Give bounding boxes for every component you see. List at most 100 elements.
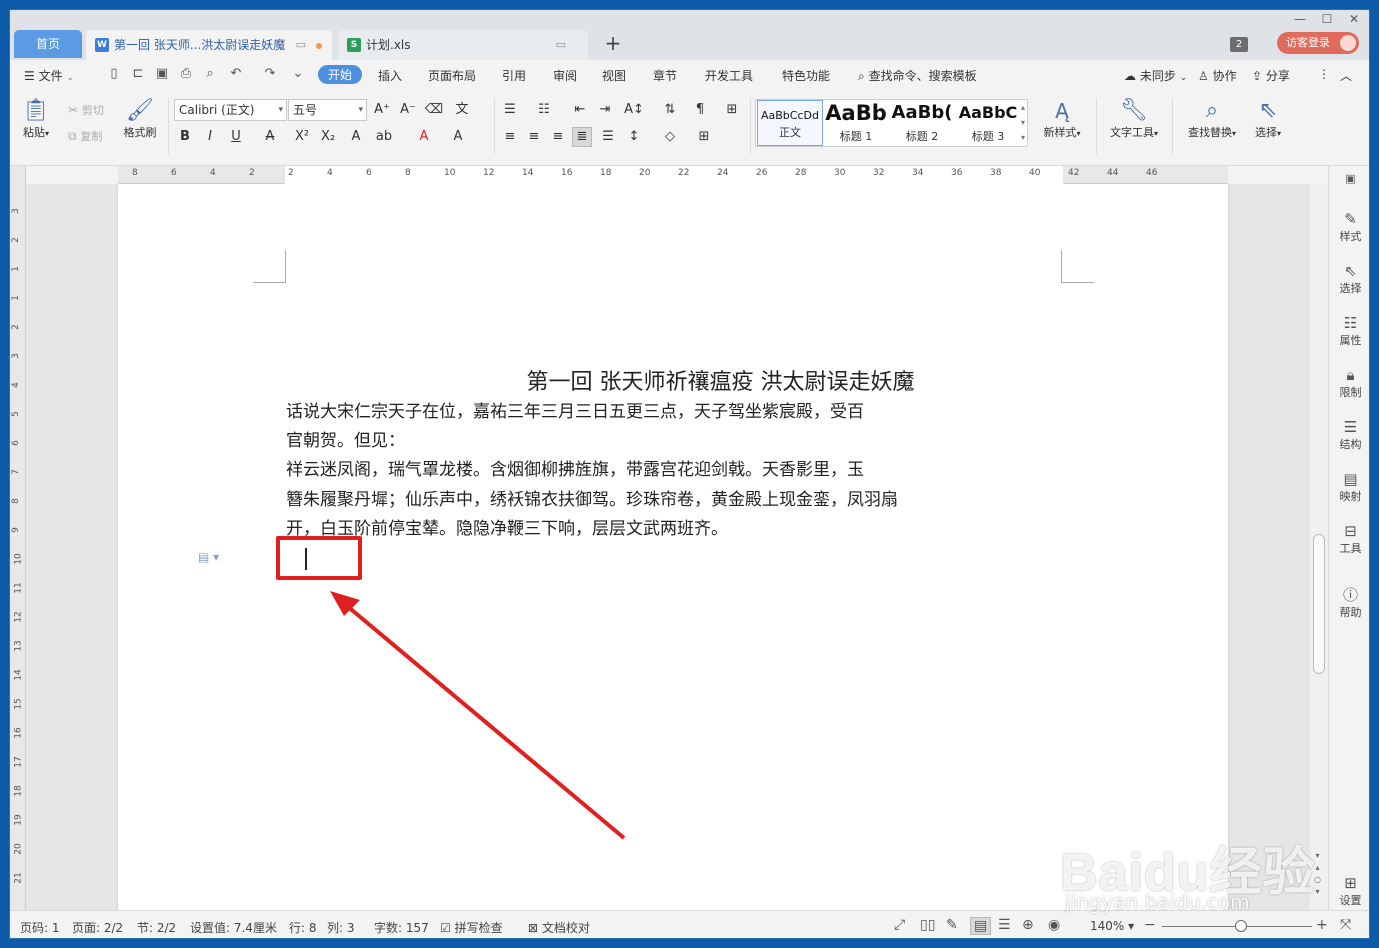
print-icon[interactable]: ⎙ <box>178 66 194 82</box>
sidebar-item-restrict[interactable]: 🔒︎ 限制 <box>1329 366 1369 400</box>
close-icon[interactable]: ✕ <box>1340 10 1368 28</box>
font-size-select[interactable]: 五号 ▾ <box>288 99 367 121</box>
shrink-font-icon[interactable]: A⁻ <box>398 101 418 119</box>
sort-icon[interactable]: ⇅ <box>660 101 680 119</box>
document-page[interactable]: 第一回 张天师祈禳瘟疫 洪太尉误走妖魔 话说大宋仁宗天子在位，嘉祐三年三月三日五… <box>118 184 1228 910</box>
page-view-icon[interactable]: ▤ <box>970 917 992 935</box>
table-insert-icon[interactable]: ⊞ <box>722 101 742 119</box>
justify-icon[interactable]: ≣ <box>572 127 592 147</box>
doc-proof-button[interactable]: ⊠ 文档校对 <box>528 919 590 936</box>
grow-font-icon[interactable]: A⁺ <box>372 101 392 119</box>
command-search[interactable]: ⌕ 查找命令、搜索模板 <box>858 67 977 84</box>
window-count-badge[interactable]: 2 <box>1230 37 1248 52</box>
more-icon[interactable]: ⋮ <box>1318 67 1330 81</box>
tab-home[interactable]: 首页 <box>14 30 82 58</box>
font-color-icon[interactable]: A <box>414 128 434 146</box>
style-normal[interactable]: AaBbCcDd 正文 <box>757 100 823 146</box>
style-scroll-icon[interactable]: ▴ ▾ ▾ <box>1019 100 1027 146</box>
borders-icon[interactable]: ⊞ <box>694 128 714 146</box>
outline-view-icon[interactable]: ☰ <box>998 917 1011 933</box>
paste-button[interactable]: 📋︎ 粘贴▾ <box>18 98 54 140</box>
status-pages[interactable]: 页面: 2/2 <box>72 919 123 936</box>
status-col[interactable]: 列: 3 <box>327 919 355 936</box>
vertical-ruler[interactable]: 3 2 1 1 2 3 4 5 6 7 8 9 10 11 12 13 14 15 16 17 18 19 20 21 <box>10 166 26 910</box>
strikethrough-icon[interactable]: A <box>260 128 280 146</box>
collab-button[interactable]: ♙ 协作 <box>1198 67 1237 84</box>
scrollbar-thumb[interactable] <box>1313 534 1325 674</box>
sidebar-item-properties[interactable]: ☷ 属性 <box>1329 314 1369 348</box>
font-family-select[interactable]: Calibri (正文) ▾ <box>174 99 287 121</box>
fullscreen-icon[interactable]: ⤢ <box>894 917 905 933</box>
document-area[interactable]: 第一回 张天师祈禳瘟疫 洪太尉误走妖魔 话说大宋仁宗天子在位，嘉祐三年三月三日五… <box>26 184 1310 910</box>
tab-view[interactable]: 视图 <box>602 67 626 84</box>
eraser-icon[interactable]: ⌫ <box>424 101 444 119</box>
cut-button[interactable]: ✂ 剪切 <box>68 102 104 118</box>
text-direction-icon[interactable]: A↕ <box>624 101 644 119</box>
status-page-number[interactable]: 页码: 1 <box>20 919 60 936</box>
tab-start[interactable]: 开始 <box>318 65 363 84</box>
format-painter-button[interactable]: 🖌︎ 格式刷 <box>118 98 162 140</box>
distribute-icon[interactable]: ☰ <box>598 128 618 146</box>
redo-icon[interactable]: ↷ <box>262 66 278 82</box>
sidebar-item-mapping[interactable]: ▤ 映射 <box>1329 470 1369 504</box>
new-style-button[interactable]: Ą 新样式▾ <box>1038 98 1086 140</box>
show-marks-icon[interactable]: ¶ <box>690 101 710 119</box>
line-spacing-icon[interactable]: ↕ <box>624 128 644 146</box>
sidebar-item-select[interactable]: ⇖ 选择 <box>1329 262 1369 296</box>
italic-icon[interactable]: I <box>200 128 220 146</box>
zoom-in-icon[interactable]: + <box>1316 917 1328 933</box>
sidebar-item-style[interactable]: ✎ 样式 <box>1329 210 1369 244</box>
phonetic-icon[interactable]: 文 <box>452 101 472 119</box>
tab-developer[interactable]: 开发工具 <box>705 67 753 84</box>
undo-icon[interactable]: ↶ <box>228 66 244 82</box>
tab-references[interactable]: 引用 <box>502 67 526 84</box>
find-replace-button[interactable]: ⌕ 查找替换▾ <box>1182 98 1242 140</box>
char-shading-icon[interactable]: A <box>448 128 468 146</box>
status-section[interactable]: 节: 2/2 <box>137 919 176 936</box>
status-word-count[interactable]: 字数: 157 <box>374 919 429 936</box>
horizontal-ruler[interactable]: 8 6 4 2 2 4 6 8 10 12 14 16 18 20 22 24 26 28 30 32 34 36 38 40… <box>118 166 1228 184</box>
decrease-indent-icon[interactable]: ⇤ <box>570 101 590 119</box>
bold-icon[interactable]: B <box>175 128 195 146</box>
tab-chapter[interactable]: 章节 <box>653 67 677 84</box>
align-left-icon[interactable]: ≡ <box>500 128 520 146</box>
maximize-icon[interactable]: ☐ <box>1313 10 1341 28</box>
style-heading-2[interactable]: AaBb( 标题 2 <box>889 100 955 146</box>
more-quick-icon[interactable]: ⌄ <box>290 66 306 82</box>
fit-page-icon[interactable]: ⤧ <box>1340 917 1351 933</box>
print-preview-icon[interactable]: ⌕ <box>202 66 218 82</box>
sidebar-item-settings[interactable]: ⊞ 设置 <box>1329 874 1369 908</box>
align-right-icon[interactable]: ≡ <box>548 128 568 146</box>
web-view-icon[interactable]: ⊕ <box>1022 917 1034 933</box>
tab-spreadsheet[interactable]: S 计划.xls ▭ <box>338 30 588 60</box>
zoom-level[interactable]: 140% ▾ <box>1090 919 1134 933</box>
collapse-ribbon-icon[interactable]: ︿ <box>1340 67 1352 84</box>
text-tools-button[interactable]: 🔧︎ 文字工具▾ <box>1104 98 1164 140</box>
select-button[interactable]: ⇖ 选择▾ <box>1248 98 1288 140</box>
increase-indent-icon[interactable]: ⇥ <box>595 101 615 119</box>
add-tab-button[interactable]: + <box>602 32 624 56</box>
share-button[interactable]: ⇪ 分享 <box>1252 67 1290 84</box>
login-button[interactable]: 访客登录 <box>1277 32 1359 54</box>
shading-icon[interactable]: ◇ <box>660 128 680 146</box>
style-heading-3[interactable]: AaBbC 标题 3 <box>955 100 1021 146</box>
minimize-icon[interactable]: — <box>1286 10 1314 28</box>
vertical-scrollbar[interactable]: ▾ ▴ ○ ▾ <box>1310 184 1328 910</box>
highlight-icon[interactable]: ab <box>374 128 394 146</box>
sidebar-toggle-icon[interactable]: ▣ <box>1329 170 1369 188</box>
numbering-icon[interactable]: ☷ <box>534 101 554 119</box>
file-menu[interactable]: ☰ 文件 ⌄ <box>24 67 74 84</box>
tab-page-layout[interactable]: 页面布局 <box>428 67 476 84</box>
sidebar-item-structure[interactable]: ☰ 结构 <box>1329 418 1369 452</box>
align-center-icon[interactable]: ≡ <box>524 128 544 146</box>
spell-check-button[interactable]: ☑ 拼写检查 <box>440 919 503 936</box>
zoom-out-icon[interactable]: − <box>1144 917 1156 933</box>
sidebar-item-tools[interactable]: ⊟ 工具 <box>1329 522 1369 556</box>
save-icon[interactable]: ▣ <box>154 66 170 82</box>
style-heading-1[interactable]: AaBb 标题 1 <box>823 100 889 146</box>
open-folder-icon[interactable]: ⊏ <box>130 66 146 82</box>
tab-review[interactable]: 审阅 <box>553 67 577 84</box>
tab-features[interactable]: 特色功能 <box>782 67 830 84</box>
status-setting[interactable]: 设置值: 7.4厘米 <box>190 919 277 936</box>
tab-document[interactable]: W 第一回 张天师...洪太尉误走妖魔 ▭ <box>86 30 332 60</box>
